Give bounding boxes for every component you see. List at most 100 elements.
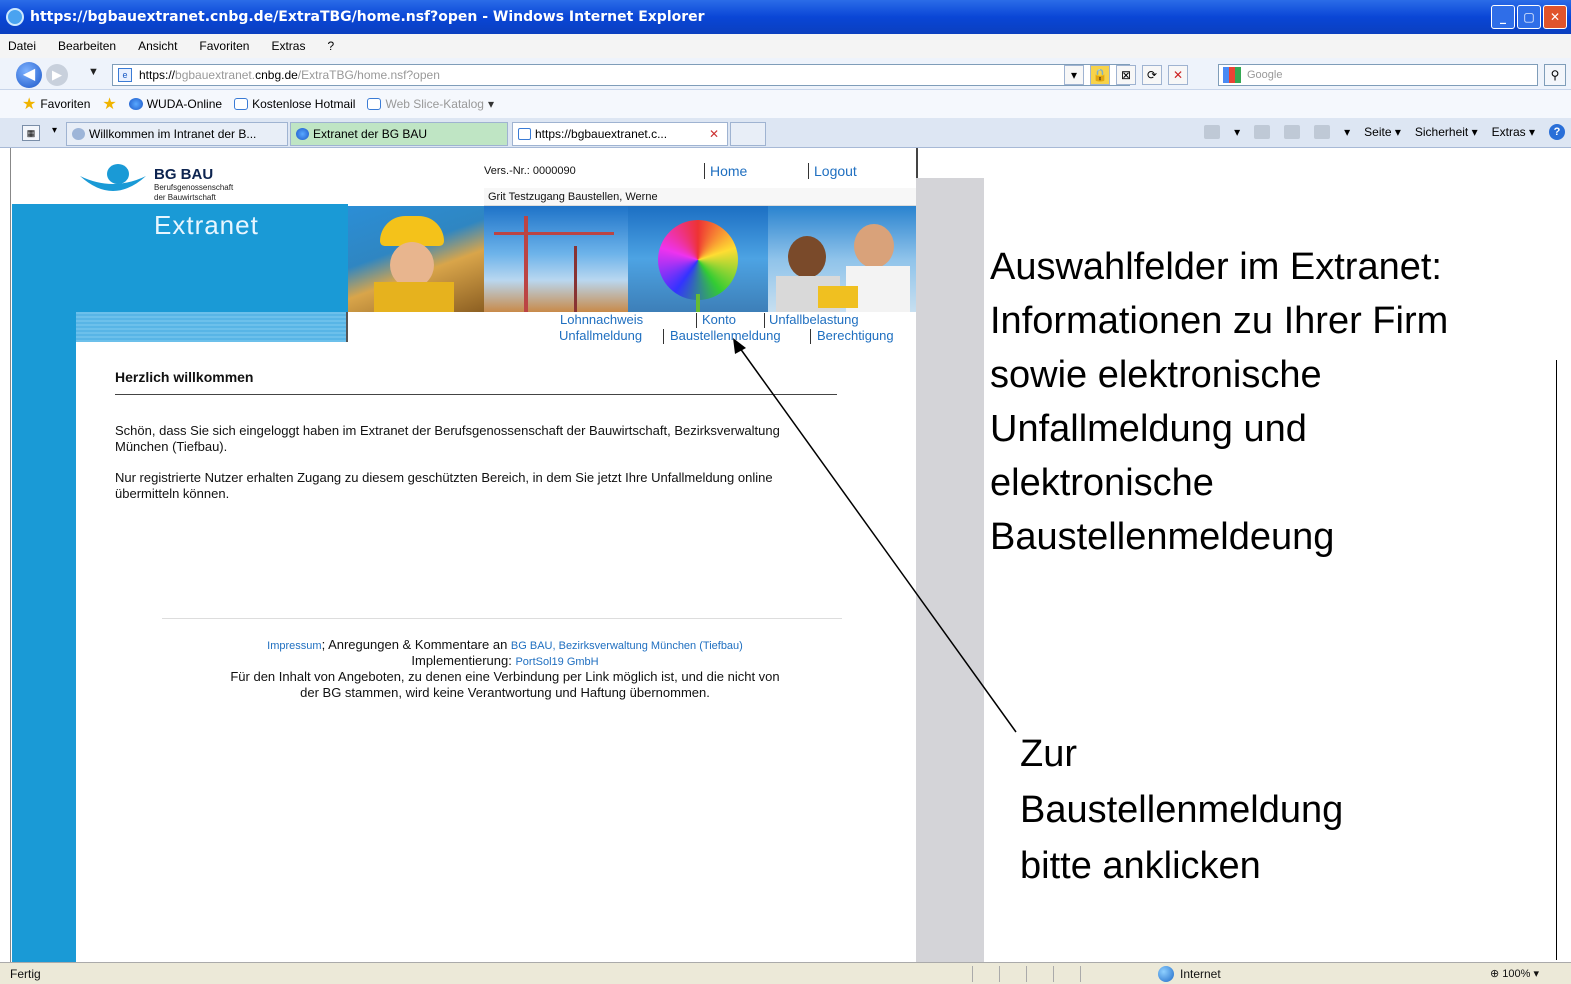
- fav-webslice[interactable]: Web Slice-Katalog ▾: [367, 97, 494, 111]
- window-titlebar: https://bgbauextranet.cnbg.de/ExtraTBG/h…: [0, 0, 1571, 34]
- new-tab-button[interactable]: [730, 122, 766, 146]
- tab-page-icon: [518, 128, 531, 140]
- impressum-link[interactable]: Impressum: [267, 640, 321, 652]
- menu-sicherheit[interactable]: Sicherheit ▾: [1415, 125, 1478, 139]
- bgbau-link[interactable]: BG BAU, Bezirksverwaltung München (Tiefb…: [511, 640, 743, 652]
- header-photo-worker: [348, 206, 484, 312]
- add-favorite-icon[interactable]: ★: [102, 94, 116, 114]
- nav-berechtigung[interactable]: Berechtigung: [817, 328, 894, 343]
- menu-extras-cmd[interactable]: Extras ▾: [1492, 125, 1535, 139]
- url-domain: cnbg.de: [255, 68, 298, 82]
- divider: [764, 313, 765, 328]
- mail-icon[interactable]: [1284, 125, 1301, 139]
- fav-wuda[interactable]: WUDA-Online: [128, 97, 222, 111]
- dropdown-icon[interactable]: ▾: [1064, 65, 1084, 85]
- address-icons: ▾ 🔒 ⊠ ⟳ ✕: [1064, 65, 1188, 85]
- header-photo-topping-out-tree: [628, 206, 768, 312]
- menu-ansicht[interactable]: Ansicht: [138, 39, 177, 53]
- divider: [704, 163, 705, 179]
- header-photo-crane: [484, 206, 628, 312]
- home-link[interactable]: Home: [710, 163, 747, 179]
- lock-icon[interactable]: 🔒: [1090, 65, 1110, 85]
- ie-page-icon: [234, 98, 249, 110]
- back-button-icon[interactable]: ◀: [16, 62, 42, 88]
- portsol-link[interactable]: PortSol19 GmbH: [515, 656, 598, 668]
- menu-extras[interactable]: Extras: [271, 39, 305, 53]
- minimize-icon[interactable]: _: [1491, 5, 1515, 29]
- footer-disclaimer: Für den Inhalt von Angeboten, zu denen e…: [230, 669, 780, 684]
- tab-current[interactable]: https://bgbauextranet.c... ✕: [512, 122, 728, 146]
- divider: [808, 163, 809, 179]
- tab-list-dropdown-icon[interactable]: ▾: [52, 125, 57, 136]
- logout-link[interactable]: Logout: [814, 163, 857, 179]
- site-sidebar: [12, 204, 76, 962]
- menu-datei[interactable]: Datei: [8, 39, 36, 53]
- chevron-down-icon[interactable]: ▾: [1234, 125, 1240, 139]
- command-bar: ▾ ▾ Seite ▾ Sicherheit ▾ Extras ▾ ?: [1204, 124, 1565, 140]
- favorites-star-icon: ★: [22, 96, 37, 113]
- status-dividers: [972, 966, 1081, 982]
- tab-intranet[interactable]: Willkommen im Intranet der B...: [66, 122, 288, 146]
- home-icon[interactable]: [1204, 125, 1221, 139]
- zoom-level[interactable]: ⊕ 100% ▾: [1490, 967, 1539, 980]
- menu-seite[interactable]: Seite ▾: [1364, 125, 1401, 139]
- print-icon[interactable]: [1314, 125, 1331, 139]
- access-paragraph: Nur registrierte Nutzer erhalten Zugang …: [115, 470, 773, 501]
- window-controls: _ ▢ ✕: [1491, 5, 1567, 29]
- nav-lohnnachweis[interactable]: Lohnnachweis: [560, 312, 643, 327]
- divider: [346, 312, 348, 342]
- history-dropdown-icon[interactable]: ▼: [88, 66, 99, 78]
- tab-close-icon[interactable]: ✕: [709, 123, 719, 145]
- nav-unfallmeldung[interactable]: Unfallmeldung: [559, 328, 642, 343]
- header-photo-engineers: [768, 206, 916, 312]
- fav-hotmail[interactable]: Kostenlose Hotmail: [234, 97, 355, 111]
- brand-name: BG BAU: [154, 166, 214, 183]
- nav-konto[interactable]: Konto: [702, 312, 736, 327]
- security-zone[interactable]: Internet: [1158, 966, 1221, 982]
- url-pre: bgbauextranet.: [175, 68, 256, 82]
- page-margin: [916, 178, 984, 962]
- google-logo-icon: [1223, 67, 1241, 83]
- menu-bar: Datei Bearbeiten Ansicht Favoriten Extra…: [0, 34, 1571, 58]
- stop-icon[interactable]: ✕: [1168, 65, 1188, 85]
- url-scheme: https://: [139, 68, 176, 82]
- maximize-icon[interactable]: ▢: [1517, 5, 1541, 29]
- menu-favoriten[interactable]: Favoriten: [199, 39, 249, 53]
- ie-logo-icon: [6, 8, 24, 26]
- forward-button-icon[interactable]: ▶: [46, 64, 68, 86]
- url-path: /ExtraTBG/home.nsf?open: [297, 68, 440, 82]
- zoom-icon: ⊕: [1490, 968, 1500, 980]
- tab-extranet[interactable]: Extranet der BG BAU: [290, 122, 508, 146]
- welcome-paragraph: Schön, dass Sie sich eingeloggt haben im…: [115, 423, 780, 454]
- search-input[interactable]: Google: [1218, 64, 1538, 86]
- footer-disclaimer: der BG stammen, wird keine Verantwortung…: [300, 685, 710, 700]
- divider: [696, 313, 697, 328]
- user-name: Grit Testzugang Baustellen, Werne: [484, 188, 918, 206]
- ie-page-icon: [367, 98, 382, 110]
- menu-help[interactable]: ?: [327, 39, 334, 53]
- favorites-bar: ★ Favoriten ★ WUDA-Online Kostenlose Hotm…: [0, 90, 1571, 118]
- refresh-icon[interactable]: ⟳: [1142, 65, 1162, 85]
- close-icon[interactable]: ✕: [1543, 5, 1567, 29]
- chevron-down-icon[interactable]: ▾: [1344, 125, 1350, 139]
- extranet-heading: Extranet: [154, 210, 259, 240]
- bg-bau-logo-icon: [80, 164, 146, 191]
- nav-baustellenmeldung[interactable]: Baustellenmeldung: [670, 328, 781, 343]
- status-bar: Fertig Internet ⊕ 100% ▾: [0, 962, 1571, 984]
- divider: [1556, 360, 1557, 960]
- help-icon[interactable]: ?: [1549, 124, 1565, 140]
- url-input[interactable]: e https://bgbauextranet.cnbg.de/ExtraTBG…: [112, 64, 1130, 86]
- site-subheader-bar: [76, 312, 348, 342]
- annotation-text: Auswahlfelder im Extranet: Informationen…: [990, 246, 1449, 558]
- welcome-title: Herzlich willkommen: [115, 369, 254, 385]
- compat-view-icon[interactable]: ⊠: [1116, 65, 1136, 85]
- menu-bearbeiten[interactable]: Bearbeiten: [58, 39, 116, 53]
- page-icon: e: [118, 68, 132, 82]
- brand-subtitle: der Bauwirtschaft: [154, 193, 216, 202]
- nav-unfallbelastung[interactable]: Unfallbelastung: [769, 312, 859, 327]
- quick-tabs-icon[interactable]: ▦: [22, 125, 40, 141]
- page-viewport: BG BAU Berufsgenossenschaft der Bauwirts…: [0, 148, 1571, 962]
- feeds-icon[interactable]: [1254, 125, 1271, 139]
- search-icon[interactable]: ⚲: [1544, 64, 1566, 86]
- favorites-button[interactable]: ★ Favoriten: [22, 94, 90, 114]
